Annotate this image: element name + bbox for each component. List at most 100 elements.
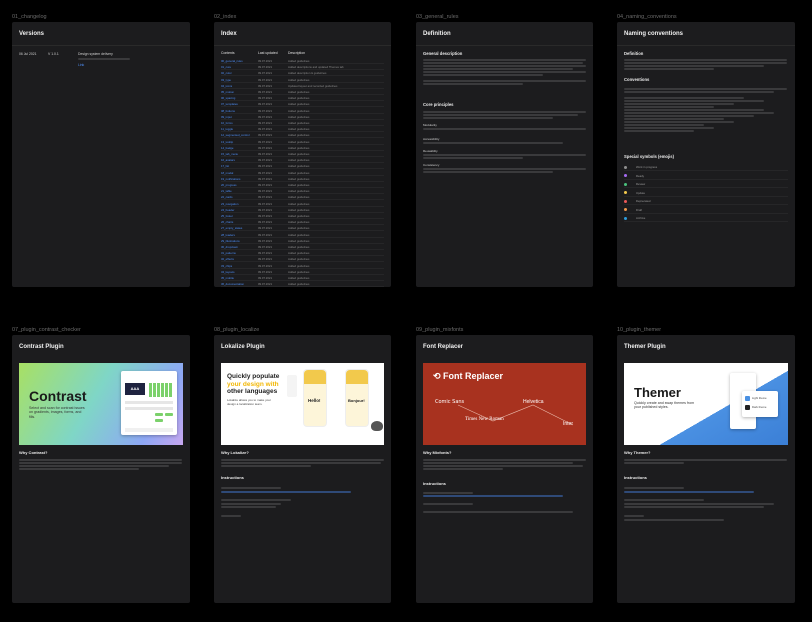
table-row[interactable]: 21_table 09.07.2021 Added guidelines	[221, 188, 384, 195]
row-page-link[interactable]: 32_effects	[221, 257, 234, 261]
row-page-link[interactable]: 12_segmented_control	[221, 133, 249, 137]
row-page-link[interactable]: 17_list	[221, 164, 229, 168]
frame-index[interactable]: Index Contents Last updated Description …	[214, 22, 391, 287]
table-row[interactable]: 36_documentation 09.07.2021 Added guidelin…	[221, 281, 384, 287]
row-page-link[interactable]: 08_buttons	[221, 109, 235, 113]
table-row[interactable]: 27_empty_states 09.07.2021 Added guideline…	[221, 225, 384, 232]
table-row[interactable]: 23_navigation 09.07.2021 Added guidelines	[221, 201, 384, 207]
row-page-link[interactable]: 19_notifications	[221, 177, 240, 181]
frame-font-replacer-plugin[interactable]: Font Replacer ⟲ Font Replacer Comic Sans…	[416, 335, 593, 603]
row-page-link[interactable]: 34_layouts	[221, 270, 235, 274]
frame-label-mixfonts[interactable]: 09_plugin_mixfonts	[416, 327, 463, 333]
table-row[interactable]: 34_layouts 09.07.2021 Added guidelines	[221, 269, 384, 275]
row-page-link[interactable]: 14_badge	[221, 146, 233, 150]
frame-label-changelog[interactable]: 01_changelog	[12, 14, 47, 20]
row-page-link[interactable]: 30_dropdown	[221, 245, 238, 249]
table-row[interactable]: 31_patterns 09.07.2021 Added guidelines	[221, 250, 384, 257]
table-row[interactable]: 20_progress 09.07.2021 Added guidelines	[221, 182, 384, 188]
row-page-link[interactable]: 13_tooltip	[221, 140, 233, 144]
table-row[interactable]: 19_notifications 09.07.2021 Added guidelin…	[221, 176, 384, 182]
row-page-link[interactable]: 31_patterns	[221, 251, 236, 255]
fontreplacer-instructions-heading: Instructions	[423, 481, 446, 486]
table-row[interactable]: 24_header 09.07.2021 Added guidelines	[221, 207, 384, 213]
table-row[interactable]: 26_charts 09.07.2021 Added guidelines	[221, 219, 384, 226]
row-page-link[interactable]: 11_toggle	[221, 127, 233, 131]
frame-general-rules[interactable]: Definition General description Core prin…	[416, 22, 593, 287]
frame-label-contrast[interactable]: 07_plugin_contrast_checker	[12, 327, 81, 333]
table-row[interactable]: 07_templates 09.07.2021 Added guidelines	[221, 101, 384, 108]
table-row[interactable]: 28_loaders 09.07.2021 Added guidelines	[221, 232, 384, 238]
row-page-link[interactable]: 27_empty_states	[221, 226, 242, 230]
row-page-link[interactable]: 06_spacing	[221, 96, 235, 100]
table-row[interactable]: 10_forms 09.07.2021 Added guidelines	[221, 120, 384, 126]
frame-themer-plugin[interactable]: Themer Plugin Themer Quickly create and …	[617, 335, 795, 603]
row-date: 09.07.2021	[258, 269, 272, 274]
table-row[interactable]: 04_icons 09.07.2021 Updated layout and rec…	[221, 83, 384, 89]
frame-contrast-plugin[interactable]: Contrast Plugin Contrast Select and scan…	[12, 335, 190, 603]
row-page-link[interactable]: 07_templates	[221, 102, 238, 106]
table-row[interactable]: 16_avatars 09.07.2021 Added guidelines	[221, 157, 384, 164]
row-page-link[interactable]: 16_avatars	[221, 158, 235, 162]
row-page-link[interactable]: 29_illustrations	[221, 239, 240, 243]
core-principles-heading: Core principles	[423, 102, 454, 107]
text-line	[624, 459, 787, 461]
table-row[interactable]: 32_effects 09.07.2021 Added guidelines	[221, 256, 384, 263]
frame-naming-conventions[interactable]: Naming conventions Definition Convention…	[617, 22, 795, 287]
frame-label-localize[interactable]: 08_plugin_localize	[214, 327, 259, 333]
row-page-link[interactable]: 28_loaders	[221, 233, 235, 237]
frame-label-index[interactable]: 02_index	[214, 14, 236, 20]
row-page-link[interactable]: 09_input	[221, 115, 232, 119]
table-row[interactable]: 35_mobile 09.07.2021 Added guidelines	[221, 275, 384, 281]
table-row[interactable]: 06_spacing 09.07.2021 Added guidelines	[221, 95, 384, 102]
row-page-link[interactable]: 35_mobile	[221, 276, 234, 280]
table-row[interactable]: 08_buttons 09.07.2021 Added guidelines	[221, 108, 384, 114]
row-page-link[interactable]: 15_tab_menu	[221, 152, 238, 156]
table-row[interactable]: 25_footer 09.07.2021 Added guidelines	[221, 213, 384, 219]
table-row[interactable]: 14_badge 09.07.2021 Added guidelines	[221, 145, 384, 151]
row-page-link[interactable]: 24_header	[221, 208, 234, 212]
themer-instructions-heading: Instructions	[624, 475, 647, 480]
table-row[interactable]: 18_modal 09.07.2021 Added guidelines	[221, 170, 384, 176]
col-header-description: Description	[288, 51, 305, 55]
row-page-link[interactable]: 26_charts	[221, 220, 233, 224]
table-row[interactable]: 33_chips 09.07.2021 Added guidelines	[221, 263, 384, 269]
row-page-link[interactable]: 20_progress	[221, 183, 237, 187]
table-row[interactable]: 12_segmented_control 09.07.2021 Added guid…	[221, 132, 384, 139]
table-row[interactable]: 13_tooltip 09.07.2021 Added guidelines	[221, 139, 384, 145]
table-row[interactable]: 03_type 09.07.2021 Added guidelines	[221, 77, 384, 83]
row-page-link[interactable]: 10_forms	[221, 121, 233, 125]
row-page-link[interactable]: 18_modal	[221, 171, 233, 175]
table-row[interactable]: 11_toggle 09.07.2021 Added guidelines	[221, 126, 384, 133]
frame-changelog[interactable]: Versions 06 Jul 2021 V 1.0.1 Design syst…	[12, 22, 190, 287]
frame-label-naming[interactable]: 04_naming_conventions	[617, 14, 677, 20]
frame-localize-plugin[interactable]: Lokalize Plugin Quickly populate your de…	[214, 335, 391, 603]
row-page-link[interactable]: 23_navigation	[221, 202, 238, 206]
text-line	[624, 499, 704, 501]
table-row[interactable]: 15_tab_menu 09.07.2021 Added guidelines	[221, 151, 384, 157]
row-page-link[interactable]: 36_documentation	[221, 282, 244, 286]
table-row[interactable]: 30_dropdown 09.07.2021 Added guidelines	[221, 244, 384, 250]
row-description: Added guidelines	[288, 195, 310, 200]
table-row[interactable]: 09_input 09.07.2021 Added guidelines	[221, 114, 384, 120]
text-line	[423, 128, 586, 130]
changelog-link[interactable]: Link	[78, 63, 84, 67]
row-page-link[interactable]: 04_icons	[221, 84, 232, 88]
table-row[interactable]: 17_list 09.07.2021 Added guidelines	[221, 163, 384, 170]
frame-label-themer[interactable]: 10_plugin_themer	[617, 327, 661, 333]
table-row[interactable]: 05_motion 09.07.2021 Added guidelines	[221, 89, 384, 95]
table-row[interactable]: 29_illustrations 09.07.2021 Added guidelin…	[221, 238, 384, 244]
row-page-link[interactable]: 21_table	[221, 189, 232, 193]
table-row[interactable]: 00_general_rules 09.07.2021 Added guidelin…	[221, 58, 384, 64]
row-page-link[interactable]: 05_motion	[221, 90, 234, 94]
row-page-link[interactable]: 33_chips	[221, 264, 232, 268]
row-page-link[interactable]: 00_general_rules	[221, 59, 243, 63]
row-page-link[interactable]: 25_footer	[221, 214, 233, 218]
frame-label-general-rules[interactable]: 03_general_rules	[416, 14, 459, 20]
row-page-link[interactable]: 22_cards	[221, 195, 233, 199]
row-page-link[interactable]: 01_core	[221, 65, 231, 69]
row-page-link[interactable]: 02_color	[221, 71, 232, 75]
row-page-link[interactable]: 03_type	[221, 78, 231, 82]
table-row[interactable]: 02_color 09.07.2021 Added description & gu…	[221, 70, 384, 77]
table-row[interactable]: 22_cards 09.07.2021 Added guidelines	[221, 194, 384, 201]
table-row[interactable]: 01_core 09.07.2021 Added descriptions and …	[221, 64, 384, 71]
